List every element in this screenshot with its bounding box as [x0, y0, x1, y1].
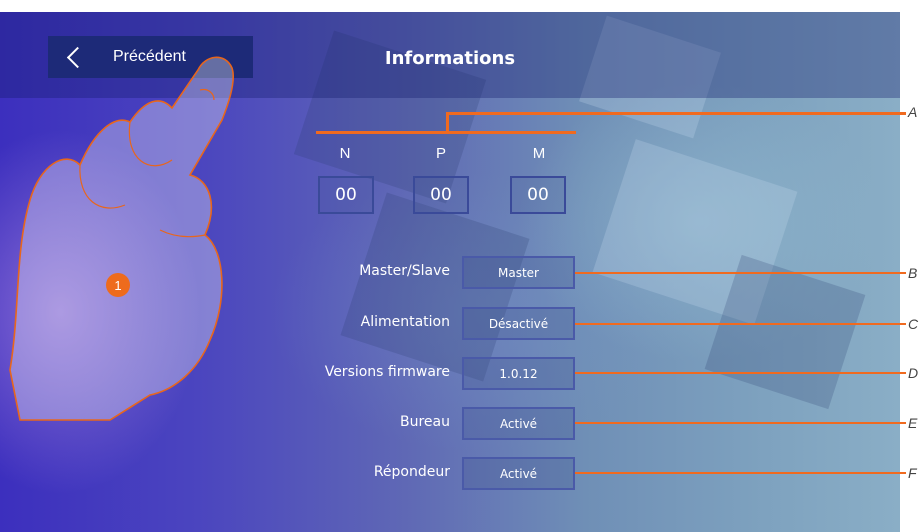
step-number-badge: 1 — [106, 273, 130, 297]
pointing-hand-icon — [9, 56, 235, 421]
